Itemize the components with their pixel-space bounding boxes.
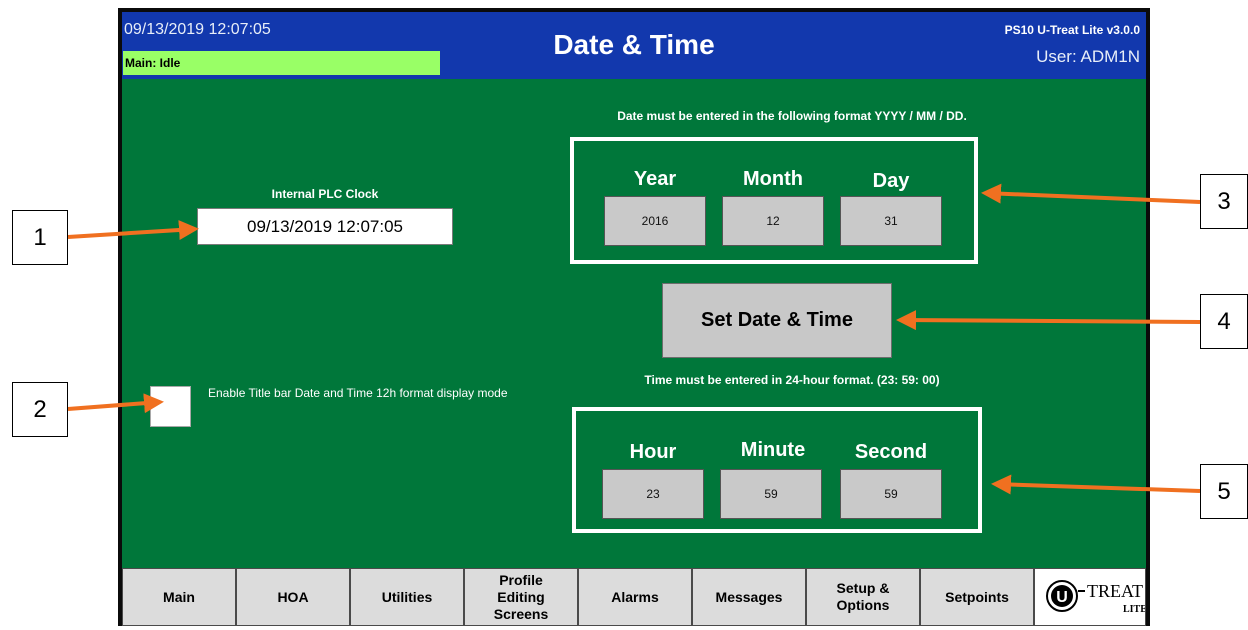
annotation-arrows [67, 183, 1201, 495]
callout-2: 2 [12, 382, 68, 437]
callout-5: 5 [1200, 464, 1248, 519]
callout-3: 3 [1200, 174, 1248, 229]
callout-arrow-3 [981, 183, 1201, 204]
callout-arrow-5 [991, 474, 1201, 495]
callout-arrow-4 [896, 310, 1201, 331]
callout-1: 1 [12, 210, 68, 265]
callout-4: 4 [1200, 294, 1248, 349]
callout-arrow-1 [67, 220, 199, 240]
callout-arrow-2 [67, 393, 164, 414]
